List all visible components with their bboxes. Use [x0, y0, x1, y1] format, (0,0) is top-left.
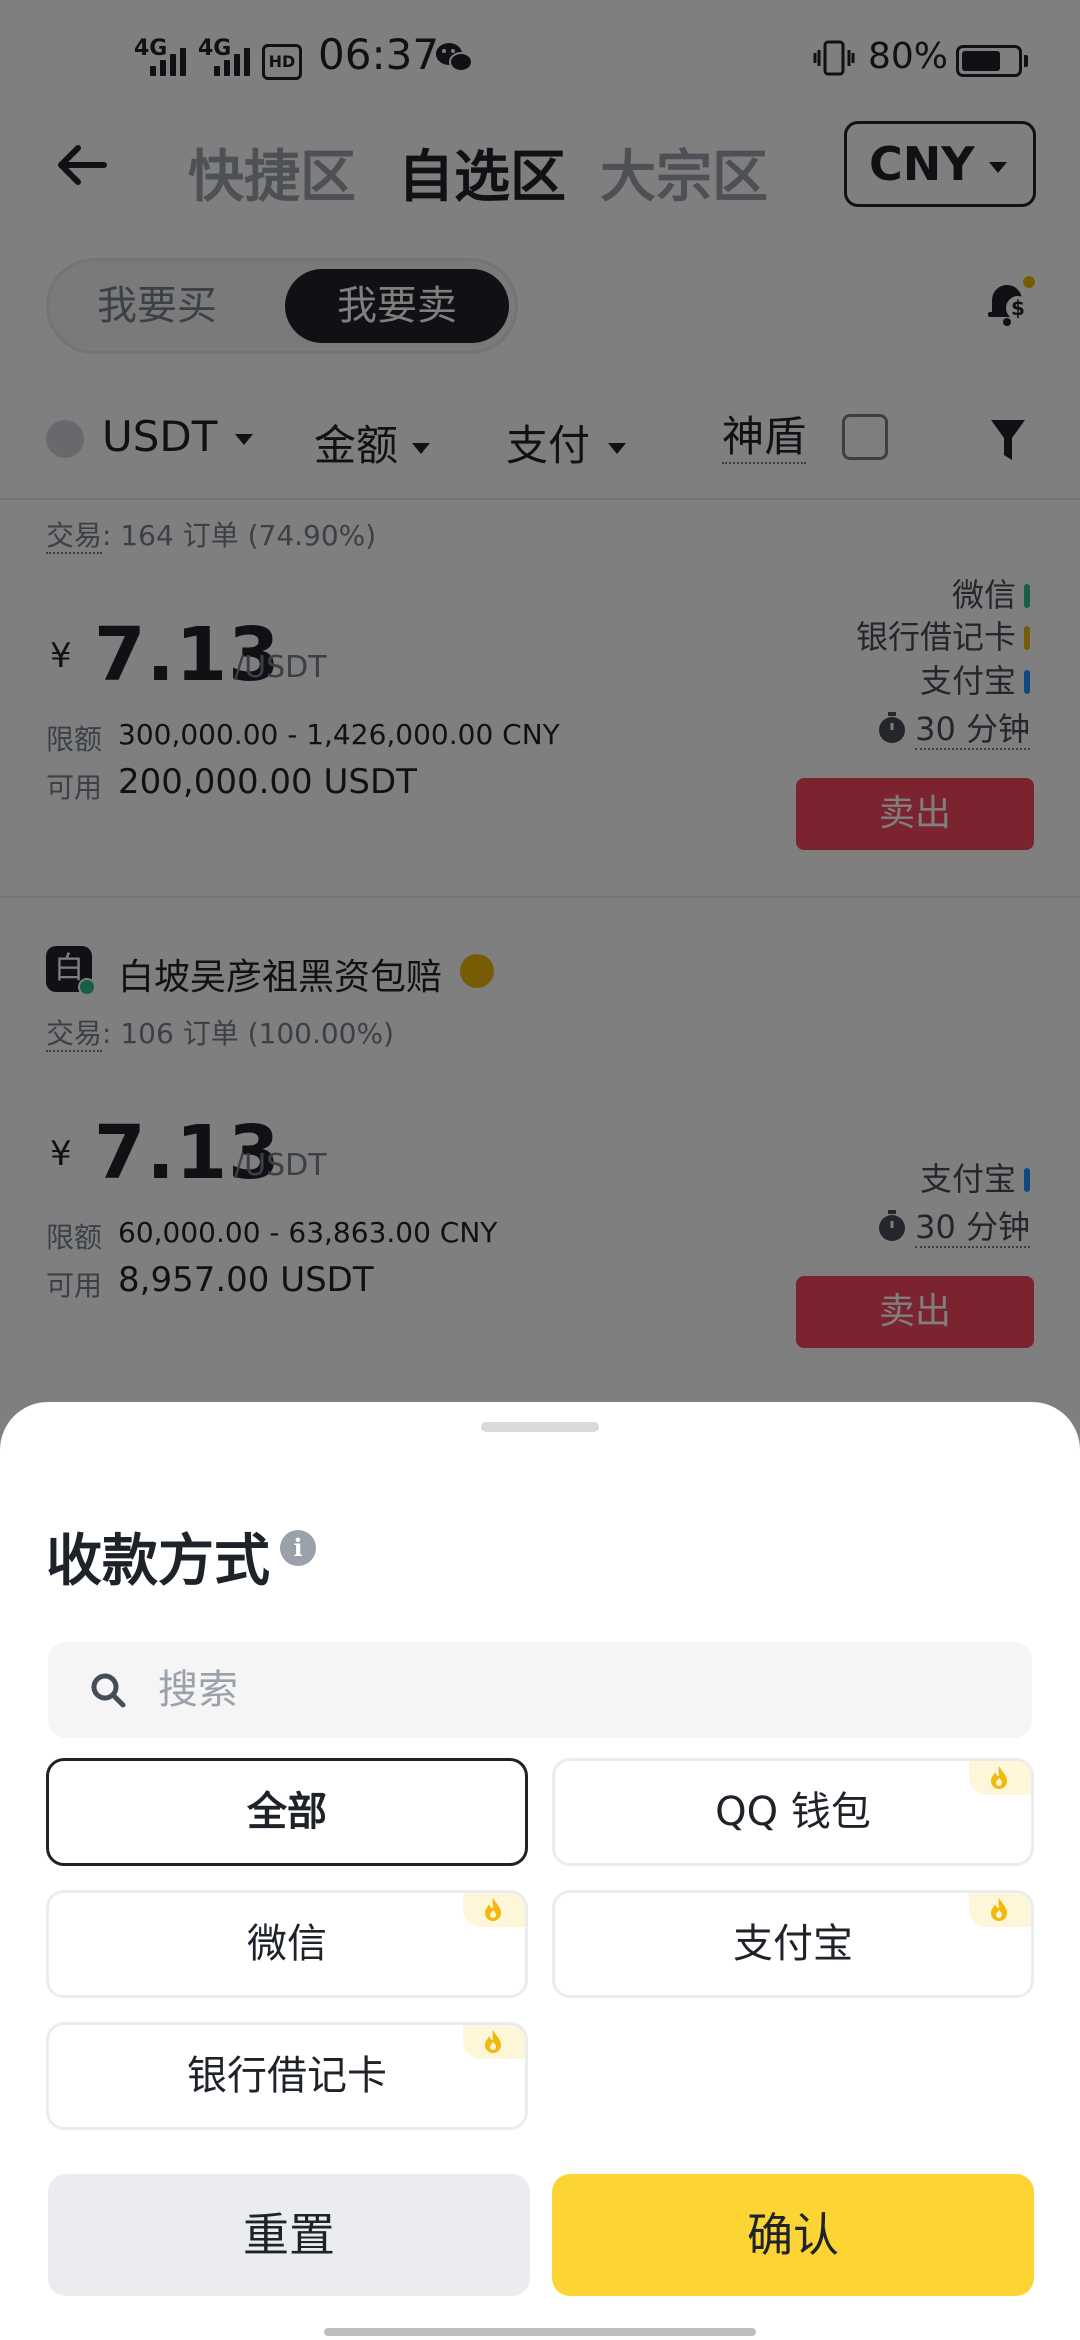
- payment-method-sheet: 收款方式 i 全部 QQ 钱包 微信 支付宝 银行借记卡 重置 确认: [0, 1402, 1080, 2340]
- info-icon[interactable]: i: [280, 1530, 316, 1566]
- confirm-button[interactable]: 确认: [552, 2174, 1034, 2296]
- sheet-drag-handle[interactable]: [481, 1422, 599, 1432]
- search-icon: [91, 1673, 126, 1708]
- flame-icon: [485, 1898, 501, 1921]
- flame-icon: [485, 2030, 501, 2053]
- reset-button[interactable]: 重置: [48, 2174, 530, 2296]
- home-indicator[interactable]: [324, 2328, 756, 2336]
- flame-icon: [991, 1766, 1007, 1789]
- option-label: 支付宝: [733, 1921, 853, 1967]
- search-box[interactable]: [48, 1642, 1032, 1738]
- option-wechat[interactable]: 微信: [46, 1890, 528, 1998]
- option-label: QQ 钱包: [715, 1789, 871, 1835]
- flame-icon: [991, 1898, 1007, 1921]
- hot-tag: [463, 2025, 525, 2059]
- option-label: 微信: [247, 1921, 327, 1967]
- option-qq-wallet[interactable]: QQ 钱包: [552, 1758, 1034, 1866]
- hot-tag: [969, 1761, 1031, 1795]
- option-label: 全部: [247, 1789, 327, 1835]
- hot-tag: [969, 1893, 1031, 1927]
- hot-tag: [463, 1893, 525, 1927]
- option-bank-debit-card[interactable]: 银行借记卡: [46, 2022, 528, 2130]
- option-label: 银行借记卡: [187, 2053, 387, 2099]
- option-all[interactable]: 全部: [46, 1758, 528, 1866]
- search-input[interactable]: [156, 1656, 1000, 1724]
- sheet-title: 收款方式: [46, 1529, 270, 1594]
- option-alipay[interactable]: 支付宝: [552, 1890, 1034, 1998]
